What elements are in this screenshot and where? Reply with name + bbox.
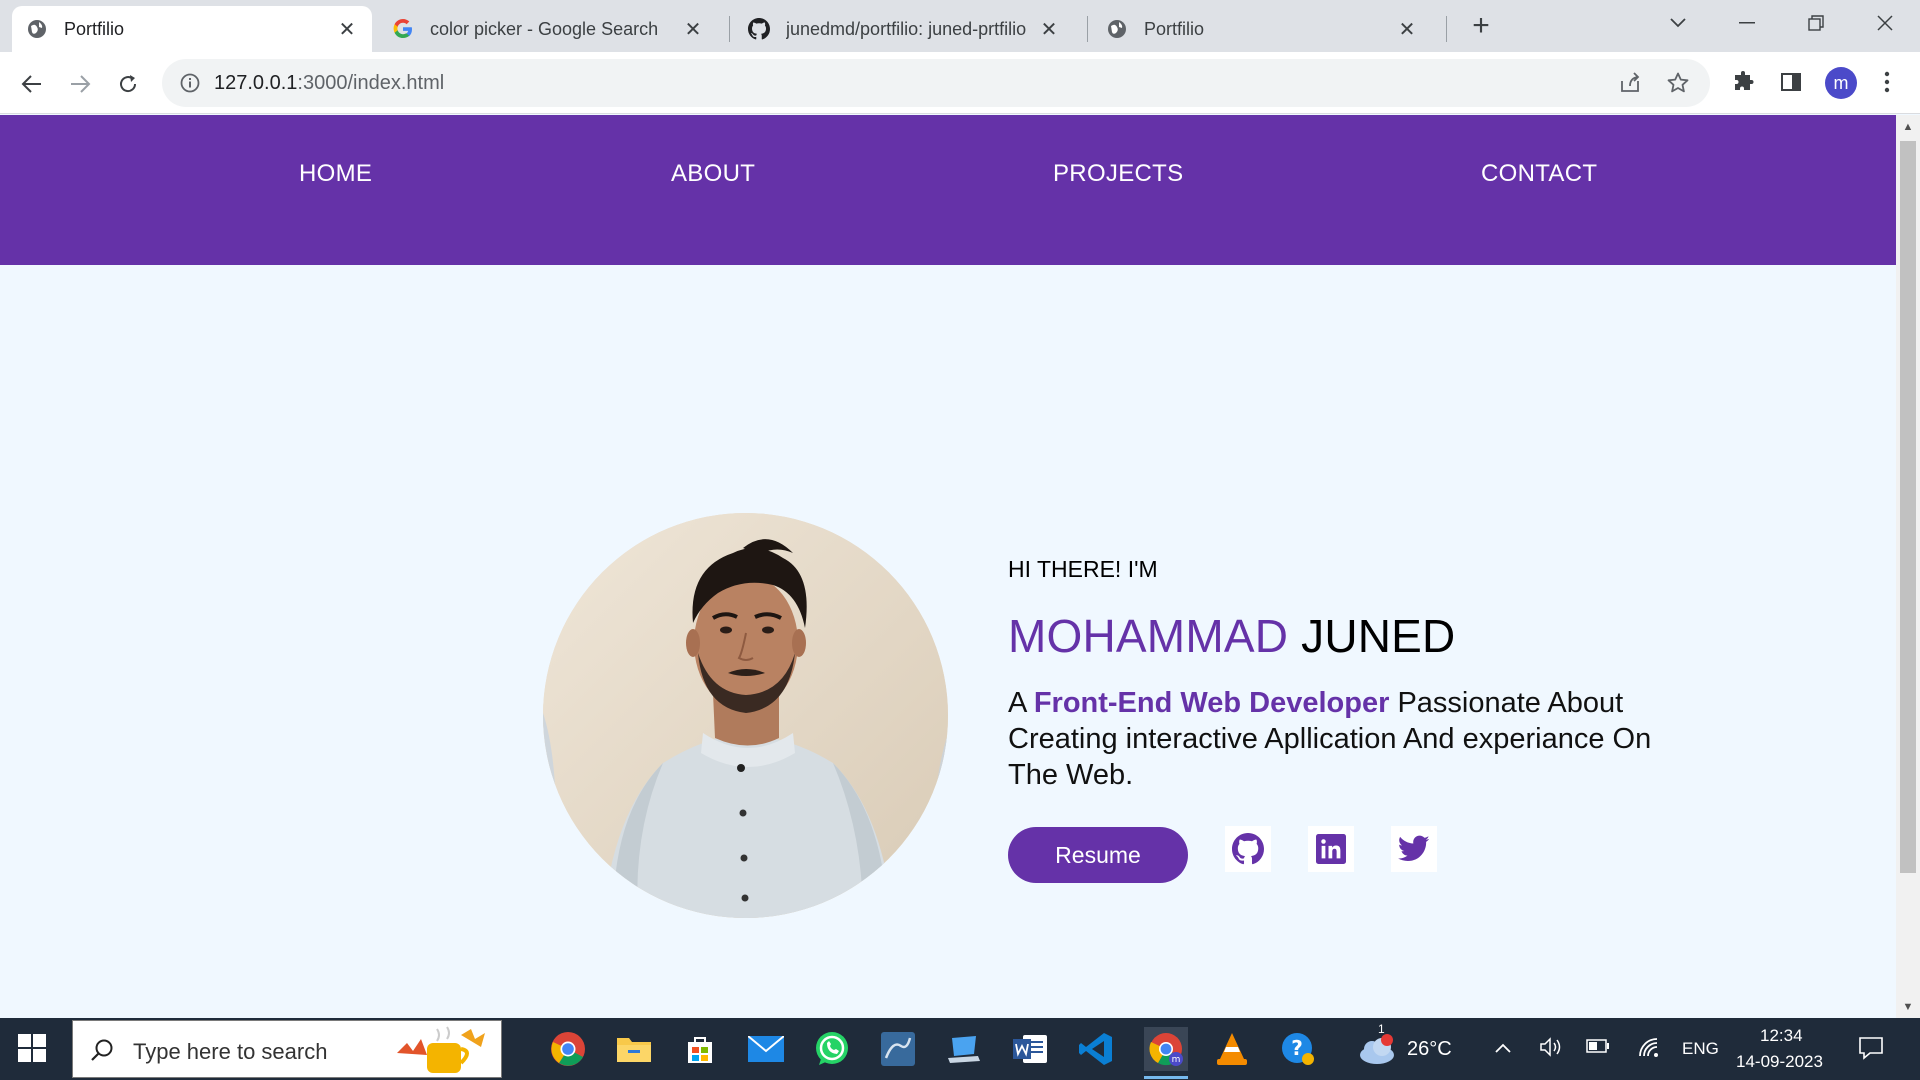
vscode-icon[interactable] xyxy=(1074,1027,1118,1071)
hero-name: MOHAMMAD JUNED xyxy=(1008,609,1688,663)
close-window-icon[interactable] xyxy=(1865,8,1905,38)
mail-app-icon[interactable] xyxy=(744,1027,788,1071)
url-path: :3000/index.html xyxy=(297,72,445,94)
close-tab-icon[interactable]: ✕ xyxy=(682,18,704,41)
clock-date[interactable]: 14-09-2023 xyxy=(1736,1052,1823,1072)
address-bar[interactable]: 127.0.0.1:3000/index.html xyxy=(162,59,1710,107)
close-tab-icon[interactable]: ✕ xyxy=(336,18,358,41)
scrollbar-thumb[interactable] xyxy=(1900,141,1916,873)
share-icon[interactable] xyxy=(1615,68,1645,98)
hero-intro: HI THERE! I'M MOHAMMAD JUNED A Front-End… xyxy=(1008,556,1688,793)
microsoft-store-icon[interactable] xyxy=(678,1027,722,1071)
twitter-icon[interactable] xyxy=(1391,826,1437,872)
browser-toolbar: 127.0.0.1:3000/index.html m xyxy=(0,52,1920,114)
tab-search-chevron-icon[interactable] xyxy=(1658,8,1698,38)
tagline-role: Front-End Web Developer xyxy=(1033,687,1390,719)
new-tab-button[interactable]: + xyxy=(1466,11,1496,42)
google-icon xyxy=(392,18,414,40)
hero-first-name: MOHAMMAD xyxy=(1008,610,1289,662)
tab-separator xyxy=(729,16,730,42)
tab-color-picker[interactable]: color picker - Google Search ✕ xyxy=(378,6,718,52)
close-tab-icon[interactable]: ✕ xyxy=(1038,18,1060,41)
clock-time[interactable]: 12:34 xyxy=(1760,1026,1803,1046)
url-host: 127.0.0.1 xyxy=(214,72,298,94)
weather-badge: 1 xyxy=(1378,1022,1385,1036)
site-navbar: HOME ABOUT PROJECTS CONTACT xyxy=(0,115,1896,265)
tab-title: junedmd/portfilio: juned-prtfilio xyxy=(786,18,1027,39)
weather-cloud-icon[interactable] xyxy=(1355,1027,1399,1071)
globe-icon xyxy=(26,18,48,40)
notifications-icon[interactable] xyxy=(1858,1036,1884,1065)
weather-temperature[interactable]: 26°C xyxy=(1407,1038,1452,1061)
page-viewport: HOME ABOUT PROJECTS CONTACT HI THERE! I'… xyxy=(0,115,1896,1018)
linkedin-icon[interactable] xyxy=(1308,826,1354,872)
hero-tagline: A Front-End Web Developer Passionate Abo… xyxy=(1008,685,1688,793)
page-scrollbar[interactable]: ▲ ▼ xyxy=(1896,115,1920,1018)
windows-start-icon[interactable] xyxy=(18,1034,50,1066)
reload-icon[interactable] xyxy=(112,68,144,100)
wifi-icon[interactable] xyxy=(1637,1036,1661,1063)
battery-icon[interactable] xyxy=(1586,1038,1610,1059)
tray-chevron-up-icon[interactable] xyxy=(1494,1038,1512,1059)
word-app-icon[interactable] xyxy=(1008,1027,1052,1071)
help-app-icon[interactable]: ? xyxy=(1276,1027,1320,1071)
kebab-menu-icon[interactable] xyxy=(1872,67,1902,97)
tab-separator xyxy=(1087,16,1088,42)
laptop-app-icon[interactable] xyxy=(942,1027,986,1071)
nav-link-home[interactable]: HOME xyxy=(299,160,372,188)
minimize-icon[interactable] xyxy=(1727,8,1767,38)
tab-strip: Portfilio ✕ color picker - Google Search… xyxy=(0,0,1920,52)
side-panel-icon[interactable] xyxy=(1776,67,1806,97)
tab-title: color picker - Google Search xyxy=(430,18,659,39)
tab-portfilio[interactable]: Portfilio ✕ xyxy=(1092,6,1432,52)
forward-arrow-icon[interactable] xyxy=(64,68,96,100)
svg-text:?: ? xyxy=(1291,1036,1303,1060)
github-icon[interactable] xyxy=(1225,826,1271,872)
tab-separator xyxy=(1446,16,1447,42)
vlc-player-icon[interactable] xyxy=(1210,1027,1254,1071)
language-indicator[interactable]: ENG xyxy=(1682,1039,1719,1059)
hero-greeting: HI THERE! I'M xyxy=(1008,556,1158,582)
mysql-workbench-icon[interactable] xyxy=(876,1027,920,1071)
github-icon xyxy=(748,18,770,40)
globe-icon xyxy=(1106,18,1128,40)
nav-link-projects[interactable]: PROJECTS xyxy=(1053,160,1183,188)
taskbar-search-box[interactable]: Type here to search xyxy=(72,1020,502,1078)
tagline-prefix: A xyxy=(1008,687,1026,719)
windows-taskbar: Type here to search m ? 1 26°C ENG 12:34… xyxy=(0,1018,1920,1080)
volume-icon[interactable] xyxy=(1539,1036,1563,1063)
url-text: 127.0.0.1:3000/index.html xyxy=(214,72,444,95)
whatsapp-icon[interactable] xyxy=(810,1027,854,1071)
profile-avatar[interactable]: m xyxy=(1825,67,1857,99)
scroll-up-icon[interactable]: ▲ xyxy=(1902,121,1914,133)
tab-title: Portfilio xyxy=(1144,18,1205,39)
nav-link-about[interactable]: ABOUT xyxy=(671,160,755,188)
extensions-puzzle-icon[interactable] xyxy=(1728,67,1758,97)
site-info-icon[interactable] xyxy=(178,71,202,95)
restore-icon[interactable] xyxy=(1796,8,1836,38)
bookmark-star-icon[interactable] xyxy=(1663,68,1693,98)
search-icon xyxy=(89,1037,117,1065)
scroll-down-icon[interactable]: ▼ xyxy=(1902,1001,1914,1013)
autumn-tea-cup-icon xyxy=(391,1025,499,1075)
hero-last-name: JUNED xyxy=(1301,610,1456,662)
chrome-app-icon[interactable] xyxy=(546,1027,590,1071)
close-tab-icon[interactable]: ✕ xyxy=(1396,18,1418,41)
tab-portfilio-active[interactable]: Portfilio ✕ xyxy=(12,6,372,52)
resume-button[interactable]: Resume xyxy=(1008,827,1188,883)
chrome-profile-app-icon[interactable]: m xyxy=(1144,1027,1188,1079)
file-explorer-icon[interactable] xyxy=(612,1027,656,1071)
tab-github-repo[interactable]: junedmd/portfilio: juned-prtfilio ✕ xyxy=(734,6,1074,52)
back-arrow-icon[interactable] xyxy=(16,68,48,100)
taskbar-search-placeholder: Type here to search xyxy=(133,1039,328,1064)
nav-link-contact[interactable]: CONTACT xyxy=(1481,160,1597,188)
svg-text:m: m xyxy=(1172,1055,1181,1065)
profile-photo xyxy=(543,513,948,918)
tab-title: Portfilio xyxy=(64,18,125,39)
